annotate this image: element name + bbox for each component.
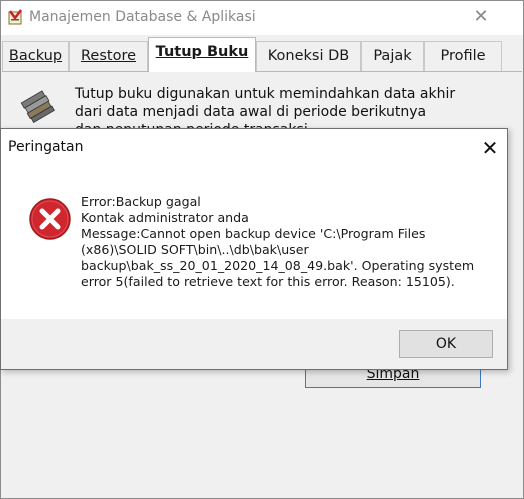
window-close-icon[interactable]: ✕ [471, 7, 491, 27]
tab-pajak[interactable]: Pajak [361, 41, 424, 71]
tab-tutup-buku[interactable]: Tutup Buku [148, 37, 256, 72]
window-title: Manajemen Database & Aplikasi [29, 9, 256, 25]
dialog-body: Error:Backup gagal Kontak administrator … [1, 165, 507, 321]
tab-restore[interactable]: Restore [69, 41, 148, 71]
tab-strip: Backup Restore Tutup Buku Koneksi DB Paj… [2, 37, 522, 72]
app-icon [8, 9, 22, 25]
dialog-close-icon[interactable]: ✕ [479, 137, 501, 159]
warning-dialog: Peringatan ✕ Error:Backup gagal Kontak a… [0, 128, 508, 370]
dialog-title: Peringatan [8, 139, 84, 155]
ok-button[interactable]: OK [399, 330, 493, 358]
tab-koneksi-db[interactable]: Koneksi DB [256, 41, 361, 71]
error-message: Error:Backup gagal Kontak administrator … [81, 194, 475, 289]
book-stack-icon [20, 90, 55, 123]
error-icon [29, 198, 71, 240]
title-bar: Manajemen Database & Aplikasi ✕ [1, 1, 523, 35]
dialog-footer: OK [1, 319, 507, 369]
tab-backup[interactable]: Backup [2, 41, 69, 71]
tab-profile[interactable]: Profile [424, 41, 502, 71]
